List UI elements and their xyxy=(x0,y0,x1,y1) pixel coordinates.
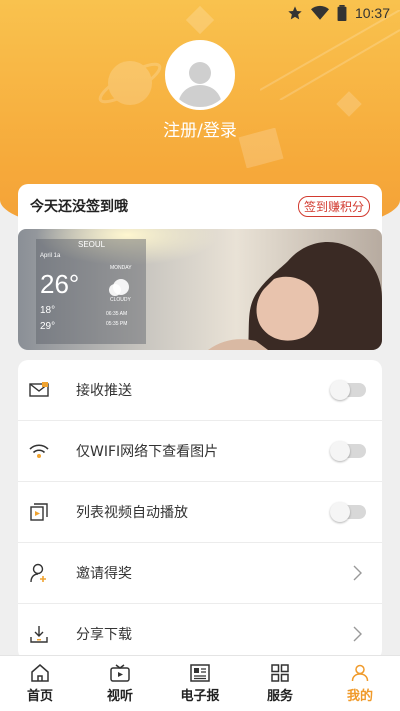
nav-mine[interactable]: 我的 xyxy=(320,656,400,711)
download-icon xyxy=(28,623,50,645)
status-time: 10:37 xyxy=(354,5,390,21)
battery-icon xyxy=(337,5,347,21)
envelope-icon xyxy=(28,379,50,401)
settings-item-label: 列表视频自动播放 xyxy=(76,505,188,521)
newspaper-icon xyxy=(190,663,210,682)
settings-item-push[interactable]: 接收推送 xyxy=(18,360,382,421)
bottom-nav: 首页 视听 电子报 服务 我的 xyxy=(0,655,400,711)
settings-item-autoplay[interactable]: 列表视频自动播放 xyxy=(18,482,382,543)
banner-time2: 05:35 PM xyxy=(106,321,127,327)
nav-label: 电子报 xyxy=(180,688,220,704)
settings-list: 接收推送 仅WIFI网络下查看图片 列表视频自动播放 邀请得奖 分享下载 xyxy=(18,360,382,660)
nav-epaper[interactable]: 电子报 xyxy=(160,656,240,711)
checkin-title: 今天还没签到哦 xyxy=(30,199,128,215)
nav-label: 服务 xyxy=(266,688,293,704)
banner-weather: CLOUDY xyxy=(110,297,132,303)
login-register-link[interactable]: 注册/登录 xyxy=(0,116,400,141)
nav-label: 视听 xyxy=(106,688,133,704)
settings-item-label: 仅WIFI网络下查看图片 xyxy=(76,444,219,460)
push-toggle[interactable] xyxy=(330,380,366,400)
settings-item-invite[interactable]: 邀请得奖 xyxy=(18,543,382,604)
banner-high: 29° xyxy=(40,321,55,332)
nav-services[interactable]: 服务 xyxy=(240,656,320,711)
settings-item-wifi-images[interactable]: 仅WIFI网络下查看图片 xyxy=(18,421,382,482)
banner-day: MONDAY xyxy=(110,265,132,271)
banner-temperature: 26° xyxy=(40,269,79,299)
wifi-icon xyxy=(28,440,50,462)
banner-city: SEOUL xyxy=(78,240,106,249)
settings-item-label: 分享下载 xyxy=(76,627,132,643)
banner-low: 18° xyxy=(40,305,55,316)
chevron-right-icon xyxy=(353,565,362,581)
avatar[interactable] xyxy=(165,40,235,110)
nav-video[interactable]: 视听 xyxy=(80,656,160,711)
chevron-right-icon xyxy=(353,626,362,642)
video-play-icon xyxy=(28,501,50,523)
autoplay-toggle[interactable] xyxy=(330,502,366,522)
decorative-planet-icon xyxy=(98,61,162,105)
nav-label: 我的 xyxy=(346,688,373,704)
checkin-button[interactable]: 签到赚积分 xyxy=(297,195,370,217)
tv-play-icon xyxy=(110,663,130,682)
wifi-images-toggle[interactable] xyxy=(330,441,366,461)
settings-item-label: 邀请得奖 xyxy=(76,566,132,582)
nav-home[interactable]: 首页 xyxy=(0,656,80,711)
nav-label: 首页 xyxy=(26,688,53,704)
banner-date: April 1a xyxy=(40,253,61,259)
settings-item-label: 接收推送 xyxy=(76,383,132,399)
home-icon xyxy=(31,663,49,682)
banner-image: SEOUL April 1a 26° MONDAY CLOUDY 18° 29°… xyxy=(18,229,382,350)
star-icon xyxy=(288,6,302,20)
status-bar: 10:37 xyxy=(0,0,400,26)
user-placeholder-icon xyxy=(178,62,222,107)
grid-icon xyxy=(271,663,289,682)
checkin-card: 今天还没签到哦 签到赚积分 SEOUL April 1a 26° MONDAY … xyxy=(18,184,382,350)
banner-time1: 06:35 AM xyxy=(106,311,127,317)
checkin-banner[interactable]: SEOUL April 1a 26° MONDAY CLOUDY 18° 29°… xyxy=(18,229,382,350)
wifi-icon xyxy=(310,5,329,20)
settings-item-share[interactable]: 分享下载 xyxy=(18,604,382,660)
add-user-icon xyxy=(28,562,50,584)
user-icon xyxy=(351,664,369,681)
